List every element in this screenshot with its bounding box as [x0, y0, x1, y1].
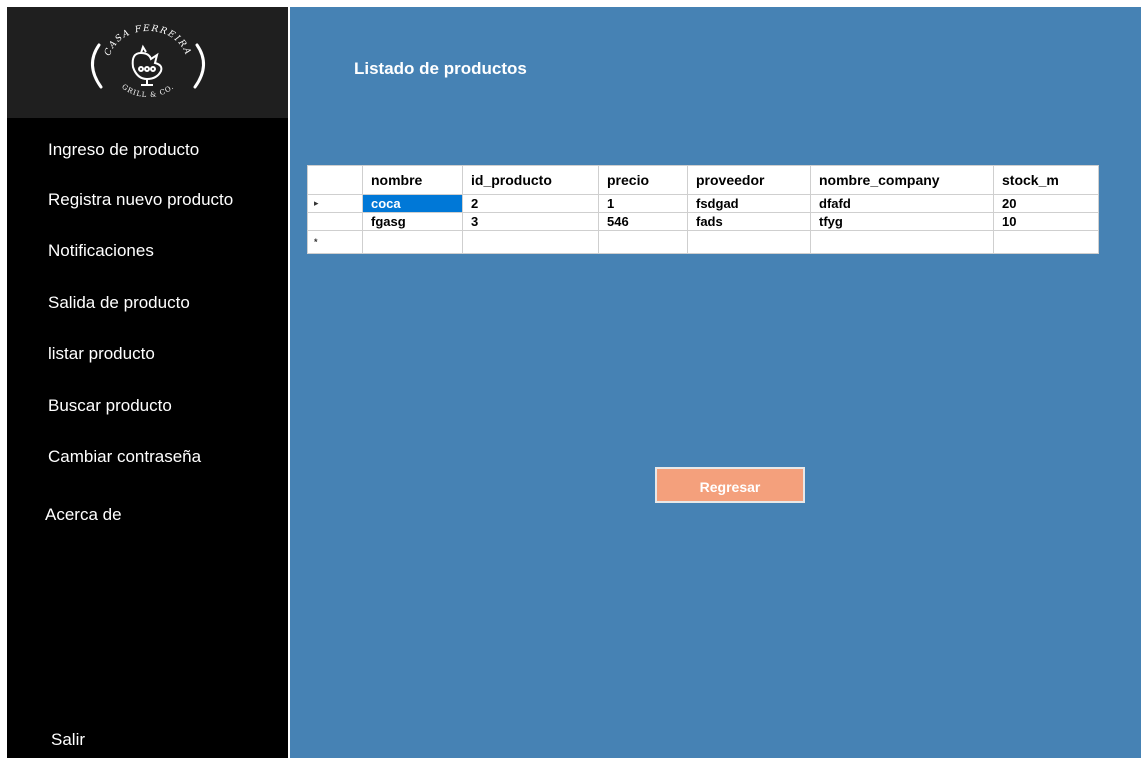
- casa-ferreira-logo: CASA FERREIRA GRILL & CO.: [91, 24, 205, 99]
- table-cell[interactable]: 546: [598, 212, 688, 231]
- nav-item-notificaciones[interactable]: Notificaciones: [48, 241, 154, 261]
- nav-item-salida-producto[interactable]: Salida de producto: [48, 293, 190, 313]
- table-cell[interactable]: dfafd: [810, 194, 994, 213]
- new-row[interactable]: *: [307, 230, 1099, 254]
- table-cell[interactable]: 2: [462, 194, 599, 213]
- nav-item-buscar-producto[interactable]: Buscar producto: [48, 396, 172, 416]
- table-cell[interactable]: [687, 230, 811, 254]
- table-cell[interactable]: [462, 230, 599, 254]
- nav-item-registra-nuevo-producto[interactable]: Registra nuevo producto: [48, 190, 233, 210]
- grid-header-row: nombre id_producto precio proveedor nomb…: [307, 165, 1099, 195]
- column-header-stock-m[interactable]: stock_m: [993, 165, 1099, 195]
- svg-text:CASA FERREIRA: CASA FERREIRA: [103, 24, 193, 58]
- grid-corner-cell: [307, 165, 363, 195]
- nav-item-acerca-de[interactable]: Acerca de: [45, 505, 122, 525]
- table-cell[interactable]: 3: [462, 212, 599, 231]
- sidebar: CASA FERREIRA GRILL & CO. Ingreso de pro…: [7, 7, 288, 758]
- table-cell[interactable]: 1: [598, 194, 688, 213]
- back-button[interactable]: Regresar: [655, 467, 805, 503]
- column-header-proveedor[interactable]: proveedor: [687, 165, 811, 195]
- table-cell[interactable]: [993, 230, 1099, 254]
- column-header-id-producto[interactable]: id_producto: [462, 165, 599, 195]
- rooster-icon: [131, 44, 163, 86]
- app-window: CASA FERREIRA GRILL & CO. Ingreso de pro…: [0, 0, 1141, 758]
- table-row[interactable]: ▸ coca 2 1 fsdgad dfafd 20: [307, 194, 1099, 213]
- page-title: Listado de productos: [354, 59, 527, 78]
- exit-button[interactable]: Salir: [51, 730, 85, 750]
- table-cell[interactable]: fsdgad: [687, 194, 811, 213]
- nav-item-ingreso-producto[interactable]: Ingreso de producto: [48, 140, 199, 160]
- table-cell[interactable]: [810, 230, 994, 254]
- table-cell[interactable]: coca: [362, 194, 463, 213]
- table-cell[interactable]: 10: [993, 212, 1099, 231]
- main-panel: Listado de productos nombre id_producto …: [290, 7, 1141, 758]
- logo-text-top: CASA FERREIRA: [103, 24, 191, 58]
- table-cell[interactable]: tfyg: [810, 212, 994, 231]
- table-cell[interactable]: fgasg: [362, 212, 463, 231]
- table-cell[interactable]: 20: [993, 194, 1099, 213]
- row-header-current-icon[interactable]: ▸: [307, 194, 363, 213]
- column-header-nombre-company[interactable]: nombre_company: [810, 165, 994, 195]
- column-header-precio[interactable]: precio: [598, 165, 688, 195]
- nav-item-listar-producto[interactable]: listar producto: [48, 344, 155, 364]
- table-cell[interactable]: fads: [687, 212, 811, 231]
- row-header[interactable]: [307, 212, 363, 231]
- table-cell[interactable]: [362, 230, 463, 254]
- table-cell[interactable]: [598, 230, 688, 254]
- table-row[interactable]: fgasg 3 546 fads tfyg 10: [307, 212, 1099, 231]
- logo-area: CASA FERREIRA GRILL & CO.: [7, 7, 288, 118]
- row-header-new-icon[interactable]: *: [307, 230, 363, 254]
- nav-item-cambiar-contrasena[interactable]: Cambiar contraseña: [48, 447, 201, 467]
- column-header-nombre[interactable]: nombre: [362, 165, 463, 195]
- products-grid[interactable]: nombre id_producto precio proveedor nomb…: [307, 165, 1099, 254]
